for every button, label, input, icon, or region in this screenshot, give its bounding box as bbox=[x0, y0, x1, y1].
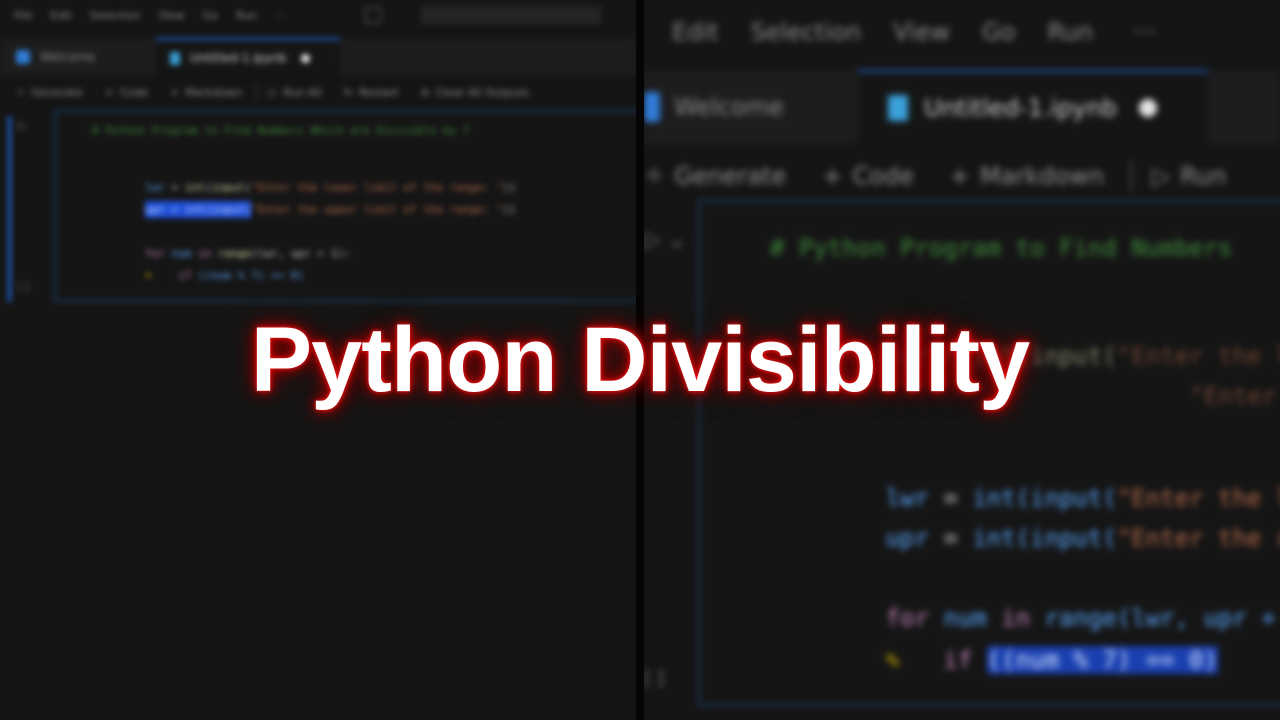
menu-view[interactable]: View bbox=[158, 9, 184, 22]
restart-button[interactable]: ↻ Restart bbox=[344, 86, 399, 99]
restart-icon: ↻ bbox=[343, 85, 353, 99]
unsaved-dot-icon[interactable] bbox=[1139, 99, 1158, 117]
notebook-file-icon bbox=[170, 51, 180, 65]
code-label: Code bbox=[852, 162, 914, 190]
vscode-icon bbox=[644, 92, 660, 122]
clear-all-button[interactable]: ⊘ Clear All Outputs bbox=[420, 86, 529, 99]
run-icon: ▷ bbox=[1151, 162, 1171, 190]
plus-icon: + bbox=[822, 162, 843, 190]
tab-notebook-label: Untitled-1.ipynb bbox=[190, 51, 287, 65]
add-markdown-button[interactable]: + Markdown bbox=[170, 86, 242, 99]
menu-view[interactable]: View bbox=[893, 18, 950, 46]
generate-button[interactable]: ✧ Generate bbox=[16, 86, 83, 99]
add-markdown-button[interactable]: + Markdown bbox=[950, 162, 1104, 190]
cell-run-icon[interactable]: ▷ bbox=[18, 118, 27, 132]
tab-welcome-label: Welcome bbox=[40, 50, 95, 64]
code-line-upr: upr = int(input("Enter the range bbox=[770, 496, 1280, 580]
cell-run-icon[interactable]: ▷ ⌄ bbox=[644, 228, 686, 253]
cell-exec-count: [ ] bbox=[18, 282, 29, 293]
code-comment: # Python Program to Find Numbers Which a… bbox=[92, 124, 470, 137]
vscode-icon bbox=[16, 50, 30, 64]
fn-int-input: int(input( bbox=[972, 524, 1117, 552]
menu-selection[interactable]: Selection bbox=[90, 9, 141, 22]
tab-notebook[interactable]: Untitled-1.ipynb bbox=[156, 38, 340, 76]
code-label: Code bbox=[119, 85, 148, 99]
menu-edit[interactable]: Edit bbox=[672, 18, 718, 46]
toolbar-separator bbox=[256, 85, 258, 99]
restart-label: Restart bbox=[358, 85, 399, 99]
add-code-button[interactable]: + Code bbox=[822, 162, 914, 190]
nav-back-icon[interactable] bbox=[365, 7, 382, 23]
code-line-if: ✎ if ((num % 7) == 0) bbox=[92, 256, 304, 295]
command-center-input[interactable] bbox=[421, 6, 602, 24]
paren: )) bbox=[502, 203, 516, 216]
code-line-upr: upr = int(input("Enter the upper limit o… bbox=[92, 190, 516, 229]
menu-file[interactable]: File bbox=[14, 9, 32, 22]
fn-input: input bbox=[211, 203, 245, 216]
if-condition: ((num % 7) == 0) bbox=[197, 269, 304, 282]
left-notebook-toolbar: ✧ Generate + Code + Markdown ▷ Run All ↻… bbox=[0, 80, 636, 104]
run-all-button[interactable]: ▷ Run bbox=[1152, 162, 1227, 190]
generate-label: Generate bbox=[674, 162, 787, 190]
right-tabbar: Welcome Untitled-1.ipynb bbox=[644, 70, 1280, 144]
fn-int: int bbox=[184, 203, 205, 216]
add-code-button[interactable]: + Code bbox=[105, 86, 148, 99]
op-assign: = bbox=[164, 203, 185, 216]
right-menubar: Edit Selection View Go Run ··· bbox=[644, 0, 1280, 64]
right-code-cell[interactable]: # Python Program to Find Numbers lwr = i… bbox=[698, 200, 1280, 706]
var-upr: upr bbox=[885, 524, 929, 552]
left-tabbar: Welcome Untitled-1.ipynb bbox=[0, 38, 636, 76]
code-line-if: ✎ if ((num % 7) == 0) bbox=[770, 618, 1218, 702]
menu-edit[interactable]: Edit bbox=[50, 9, 71, 22]
video-title: Python Divisibility bbox=[250, 309, 1030, 411]
run-all-label: Run All bbox=[283, 85, 322, 99]
string-upper: "Enter the upper limit of the range: " bbox=[250, 203, 503, 216]
string-range: "Enter the range bbox=[1116, 524, 1280, 552]
left-menubar: File Edit Selection View Go Run ··· bbox=[0, 0, 636, 30]
tab-welcome[interactable]: Welcome bbox=[0, 38, 156, 76]
right-notebook-toolbar: ✧ Generate + Code + Markdown ▷ Run bbox=[644, 154, 1280, 198]
menu-run[interactable]: Run bbox=[236, 9, 257, 22]
generate-label: Generate bbox=[31, 85, 83, 99]
run-icon: ▷ bbox=[269, 85, 278, 99]
left-code-cell[interactable]: # Python Program to Find Numbers Which a… bbox=[54, 110, 636, 302]
clear-all-label: Clear All Outputs bbox=[435, 85, 530, 99]
kw-if: if bbox=[943, 646, 973, 674]
kw-if: if bbox=[178, 269, 192, 282]
plus-icon: + bbox=[949, 162, 970, 190]
code-comment: # Python Program to Find Numbers bbox=[770, 234, 1233, 262]
lightbulb-icon[interactable]: ✎ bbox=[886, 646, 900, 674]
lightbulb-icon[interactable]: ✎ bbox=[145, 269, 152, 282]
tab-welcome-label: Welcome bbox=[674, 93, 784, 121]
cell-focus-bar bbox=[8, 116, 11, 302]
run-label: Run bbox=[1180, 162, 1227, 190]
generate-button[interactable]: ✧ Generate bbox=[644, 162, 786, 190]
menu-more[interactable]: ··· bbox=[1133, 18, 1156, 46]
clear-icon: ⊘ bbox=[420, 85, 430, 99]
markdown-label: Markdown bbox=[185, 85, 243, 99]
if-condition: ((num % 7) == 0) bbox=[986, 646, 1218, 674]
plus-icon: + bbox=[104, 85, 114, 99]
unsaved-dot-icon[interactable] bbox=[300, 53, 310, 63]
tab-welcome[interactable]: Welcome bbox=[644, 70, 858, 144]
menu-go[interactable]: Go bbox=[982, 18, 1015, 46]
tab-notebook[interactable]: Untitled-1.ipynb bbox=[858, 70, 1208, 144]
notebook-file-icon bbox=[888, 95, 908, 121]
menu-run[interactable]: Run bbox=[1047, 18, 1093, 46]
cell-exec-count: [ ] bbox=[644, 668, 664, 689]
menu-more[interactable]: ··· bbox=[275, 9, 286, 22]
toolbar-separator bbox=[1129, 161, 1132, 191]
sparkle-icon: ✧ bbox=[16, 85, 26, 99]
markdown-label: Markdown bbox=[979, 162, 1104, 190]
op-assign: = bbox=[928, 524, 973, 552]
sparkle-icon: ✧ bbox=[644, 162, 665, 190]
tab-notebook-label: Untitled-1.ipynb bbox=[924, 94, 1118, 122]
paren: ( bbox=[244, 203, 251, 216]
var-upr: upr bbox=[144, 203, 165, 216]
menu-go[interactable]: Go bbox=[203, 9, 218, 22]
run-all-button[interactable]: ▷ Run All bbox=[269, 86, 322, 99]
menu-selection[interactable]: Selection bbox=[750, 18, 861, 46]
plus-icon: + bbox=[169, 85, 180, 99]
